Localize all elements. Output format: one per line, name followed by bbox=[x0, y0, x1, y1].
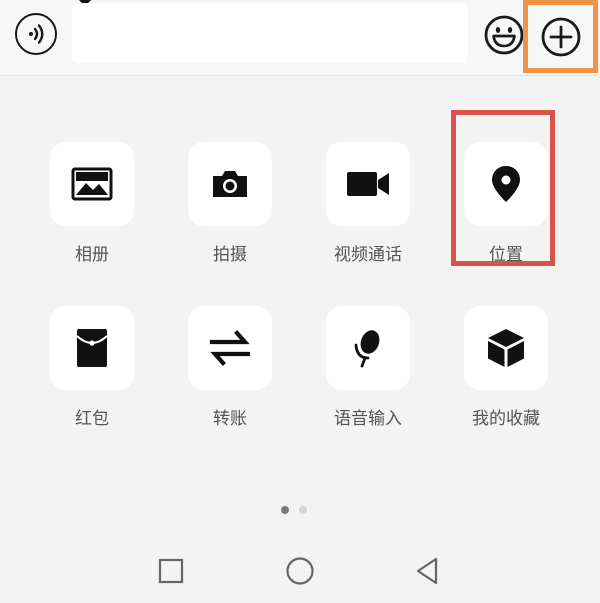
action-album[interactable]: 相册 bbox=[22, 142, 162, 272]
album-label: 相册 bbox=[75, 245, 109, 265]
recent-apps-button[interactable] bbox=[156, 556, 186, 586]
back-icon bbox=[416, 557, 438, 585]
voice-icon bbox=[29, 24, 44, 44]
recent-apps-icon bbox=[158, 558, 184, 584]
home-icon bbox=[286, 557, 314, 585]
action-transfer[interactable]: 转账 bbox=[160, 306, 300, 436]
home-button[interactable] bbox=[285, 556, 315, 586]
action-video-call[interactable]: 视频通话 bbox=[298, 142, 438, 272]
plus-circle-icon bbox=[541, 17, 580, 56]
location-highlight-box bbox=[451, 110, 555, 266]
voice-input-label: 语音输入 bbox=[334, 409, 402, 429]
voice-input-tile[interactable] bbox=[326, 306, 410, 390]
favorites-box-icon bbox=[488, 329, 524, 367]
smiley-icon bbox=[484, 15, 524, 55]
action-camera[interactable]: 拍摄 bbox=[160, 142, 300, 272]
emoji-button[interactable] bbox=[483, 14, 525, 56]
transfer-icon bbox=[209, 330, 251, 366]
page-dot-inactive[interactable] bbox=[299, 506, 307, 514]
more-actions-button[interactable] bbox=[523, 0, 598, 73]
photo-album-icon bbox=[71, 167, 113, 201]
transfer-tile[interactable] bbox=[188, 306, 272, 390]
camera-tile[interactable] bbox=[188, 142, 272, 226]
chat-input-bar bbox=[0, 0, 600, 76]
album-tile[interactable] bbox=[50, 142, 134, 226]
action-voice-input[interactable]: 语音输入 bbox=[298, 306, 438, 436]
action-red-packet[interactable]: 红包 bbox=[22, 306, 162, 436]
red-packet-icon bbox=[76, 329, 108, 367]
video-call-icon bbox=[347, 172, 389, 196]
page-dot-active[interactable] bbox=[281, 506, 289, 514]
message-input[interactable] bbox=[72, 3, 468, 63]
microphone-icon bbox=[354, 330, 380, 368]
system-nav-bar bbox=[0, 540, 600, 603]
page-indicator bbox=[281, 505, 321, 515]
video-call-label: 视频通话 bbox=[334, 245, 402, 265]
red-packet-tile[interactable] bbox=[50, 306, 134, 390]
back-button[interactable] bbox=[412, 556, 442, 586]
camera-icon bbox=[213, 171, 247, 197]
camera-label: 拍摄 bbox=[213, 245, 247, 265]
red-packet-label: 红包 bbox=[75, 409, 109, 429]
voice-toggle-button[interactable] bbox=[15, 13, 57, 55]
chat-more-panel-screen: 相册 拍摄 视频通话 位置 红包 转账 语音输入 我的收藏 bbox=[0, 0, 600, 603]
action-favorites[interactable]: 我的收藏 bbox=[436, 306, 576, 436]
favorites-tile[interactable] bbox=[464, 306, 548, 390]
favorites-label: 我的收藏 bbox=[472, 409, 540, 429]
transfer-label: 转账 bbox=[213, 409, 247, 429]
video-call-tile[interactable] bbox=[326, 142, 410, 226]
